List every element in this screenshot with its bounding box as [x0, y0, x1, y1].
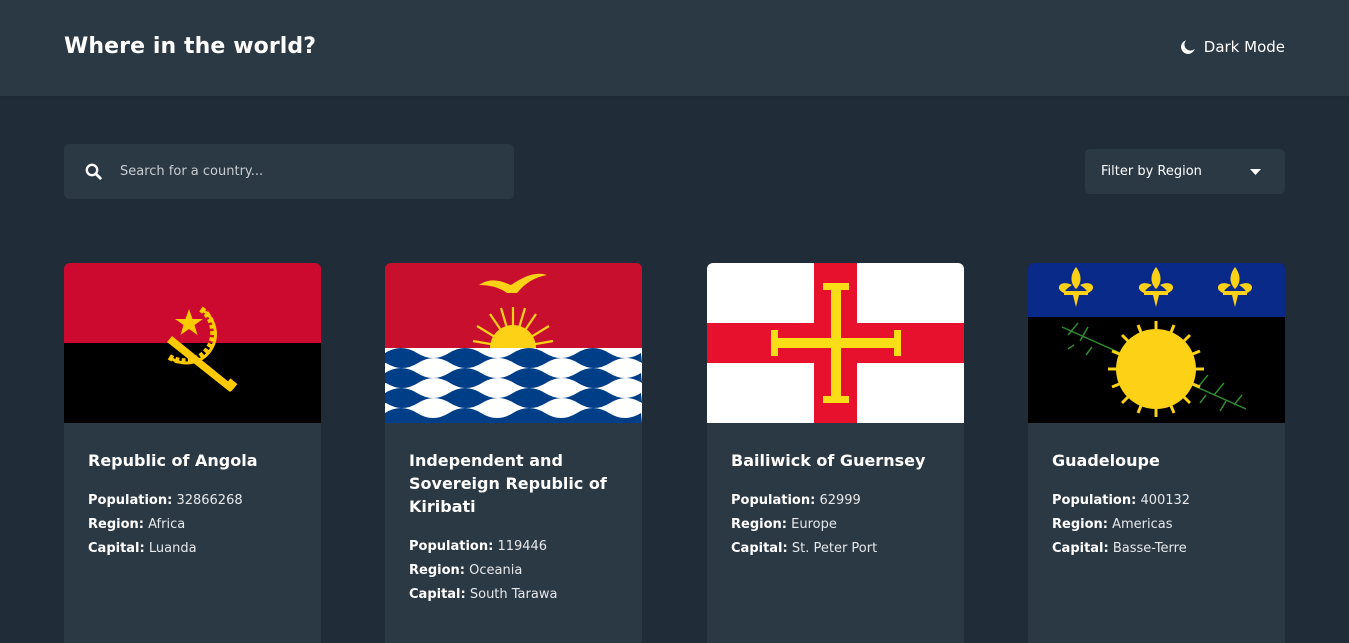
region-value: Africa: [148, 517, 186, 532]
dark-mode-label: Dark Mode: [1203, 38, 1285, 56]
page-title: Where in the world?: [64, 34, 317, 59]
search-input[interactable]: [120, 144, 514, 199]
population-label: Population:: [88, 493, 173, 508]
chevron-down-icon: [1250, 164, 1261, 179]
capital-label: Capital:: [88, 541, 145, 556]
capital-label: Capital:: [1052, 541, 1109, 556]
capital-value: Basse-Terre: [1112, 541, 1187, 556]
search-icon: [84, 163, 102, 181]
capital-row: Capital: South Tarawa: [409, 583, 618, 607]
region-label: Region:: [409, 563, 465, 578]
country-name: Guadeloupe: [1052, 451, 1160, 470]
population-value: 32866268: [176, 493, 243, 508]
capital-value: Luanda: [148, 541, 197, 556]
capital-row: Capital: Luanda: [88, 537, 297, 561]
population-row: Population: 62999: [731, 489, 940, 513]
dark-mode-toggle[interactable]: Dark Mode: [1180, 38, 1285, 56]
search-box: [64, 144, 514, 199]
guernsey-flag-image: [707, 263, 964, 423]
country-name: Independent and Sovereign Republic of Ki…: [409, 451, 607, 516]
population-row: Population: 400132: [1052, 489, 1261, 513]
country-card[interactable]: Independent and Sovereign Republic of Ki…: [385, 263, 642, 643]
region-value: Europe: [791, 517, 837, 532]
country-name: Republic of Angola: [88, 451, 258, 470]
region-label: Region:: [1052, 517, 1108, 532]
capital-value: St. Peter Port: [791, 541, 878, 556]
region-label: Region:: [731, 517, 787, 532]
country-card[interactable]: Bailiwick of Guernsey Population: 62999 …: [707, 263, 964, 643]
guadeloupe-flag-image: [1028, 263, 1285, 423]
app-header: Where in the world? Dark Mode: [0, 0, 1349, 96]
angola-flag-image: [64, 263, 321, 423]
moon-icon: [1180, 39, 1196, 55]
population-label: Population:: [731, 493, 816, 508]
population-value: 400132: [1140, 493, 1191, 508]
country-name: Bailiwick of Guernsey: [731, 451, 926, 470]
region-row: Region: Americas: [1052, 513, 1261, 537]
region-row: Region: Oceania: [409, 559, 618, 583]
capital-value: South Tarawa: [469, 587, 558, 602]
region-value: Americas: [1112, 517, 1173, 532]
region-row: Region: Europe: [731, 513, 940, 537]
region-filter-dropdown[interactable]: Filter by Region: [1085, 149, 1285, 194]
country-card[interactable]: Republic of Angola Population: 32866268 …: [64, 263, 321, 643]
population-label: Population:: [409, 539, 494, 554]
region-label: Region:: [88, 517, 144, 532]
capital-label: Capital:: [409, 587, 466, 602]
region-row: Region: Africa: [88, 513, 297, 537]
capital-label: Capital:: [731, 541, 788, 556]
population-value: 62999: [819, 493, 861, 508]
population-label: Population:: [1052, 493, 1137, 508]
population-value: 119446: [497, 539, 548, 554]
region-filter-label: Filter by Region: [1101, 164, 1202, 179]
capital-row: Capital: Basse-Terre: [1052, 537, 1261, 561]
population-row: Population: 32866268: [88, 489, 297, 513]
population-row: Population: 119446: [409, 535, 618, 559]
capital-row: Capital: St. Peter Port: [731, 537, 940, 561]
kiribati-flag-image: [385, 263, 642, 423]
region-value: Oceania: [469, 563, 523, 578]
country-card[interactable]: Guadeloupe Population: 400132 Region: Am…: [1028, 263, 1285, 643]
